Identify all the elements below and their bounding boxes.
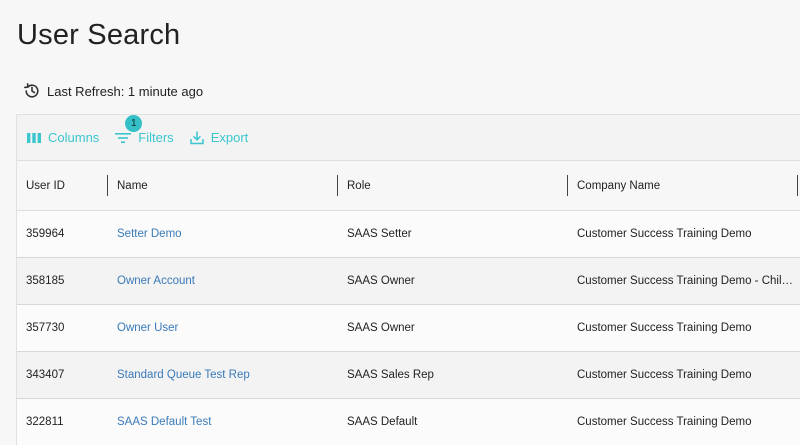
column-header-name[interactable]: Name xyxy=(108,161,338,210)
table-row[interactable]: 322811 SAAS Default Test SAAS Default Cu… xyxy=(17,399,800,445)
role-cell: SAAS Owner xyxy=(347,275,415,287)
history-icon[interactable] xyxy=(23,82,41,100)
user-id-cell: 359964 xyxy=(26,228,65,240)
column-header-label: Name xyxy=(117,179,148,192)
role-cell: SAAS Owner xyxy=(347,322,415,334)
company-cell: Customer Success Training Demo xyxy=(577,369,752,381)
table-row[interactable]: 359964 Setter Demo SAAS Setter Customer … xyxy=(17,211,800,258)
page-title: User Search xyxy=(17,19,181,51)
user-name-link[interactable]: Standard Queue Test Rep xyxy=(108,369,338,381)
table-row[interactable]: 358185 Owner Account SAAS Owner Customer… xyxy=(17,258,800,305)
last-refresh-label: Last Refresh: 1 minute ago xyxy=(47,83,204,99)
column-header-user-id[interactable]: User ID xyxy=(17,161,108,210)
company-cell: Customer Success Training Demo - Child A… xyxy=(577,275,798,287)
user-id-cell: 343407 xyxy=(26,369,65,381)
user-name-link[interactable]: Setter Demo xyxy=(108,228,338,240)
export-icon xyxy=(189,130,204,145)
column-header-label: Company Name xyxy=(577,179,661,192)
role-cell: SAAS Sales Rep xyxy=(347,369,434,381)
table-row[interactable]: 357730 Owner User SAAS Owner Customer Su… xyxy=(17,305,800,352)
user-id-cell: 322811 xyxy=(26,416,64,428)
filters-button[interactable]: 1 Filters xyxy=(115,114,174,145)
column-header-label: User ID xyxy=(26,179,65,192)
filters-label: Filters xyxy=(138,130,174,145)
table-header: User ID Name Role Company Name xyxy=(17,161,800,211)
columns-button[interactable]: Columns xyxy=(27,130,99,145)
user-id-cell: 357730 xyxy=(26,322,65,334)
column-header-role[interactable]: Role xyxy=(338,161,568,210)
columns-icon xyxy=(27,132,41,144)
user-name-link[interactable]: Owner Account xyxy=(108,275,338,287)
user-name-link[interactable]: Owner User xyxy=(108,322,338,334)
column-header-company-name[interactable]: Company Name xyxy=(568,161,798,210)
columns-label: Columns xyxy=(48,130,100,145)
company-cell: Customer Success Training Demo xyxy=(577,322,752,334)
table-row[interactable]: 343407 Standard Queue Test Rep SAAS Sale… xyxy=(17,352,800,399)
role-cell: SAAS Setter xyxy=(347,228,412,240)
page: User Search Last Refresh: 1 minute ago C… xyxy=(0,0,800,445)
export-label: Export xyxy=(210,130,249,145)
company-cell: Customer Success Training Demo xyxy=(577,416,752,428)
last-refresh: Last Refresh: 1 minute ago xyxy=(23,82,203,100)
grid-toolbar: Columns 1 Filters Export xyxy=(17,114,800,161)
column-resize-handle[interactable] xyxy=(797,175,798,196)
role-cell: SAAS Default xyxy=(347,416,418,428)
user-grid: Columns 1 Filters Export User ID Name Ro… xyxy=(16,114,800,445)
filters-count-badge: 1 xyxy=(125,114,143,132)
export-button[interactable]: Export xyxy=(189,130,249,145)
company-cell: Customer Success Training Demo xyxy=(577,228,752,240)
column-header-label: Role xyxy=(347,179,371,192)
user-name-link[interactable]: SAAS Default Test xyxy=(108,416,338,428)
filter-icon: 1 xyxy=(115,114,143,144)
user-id-cell: 358185 xyxy=(26,275,65,287)
